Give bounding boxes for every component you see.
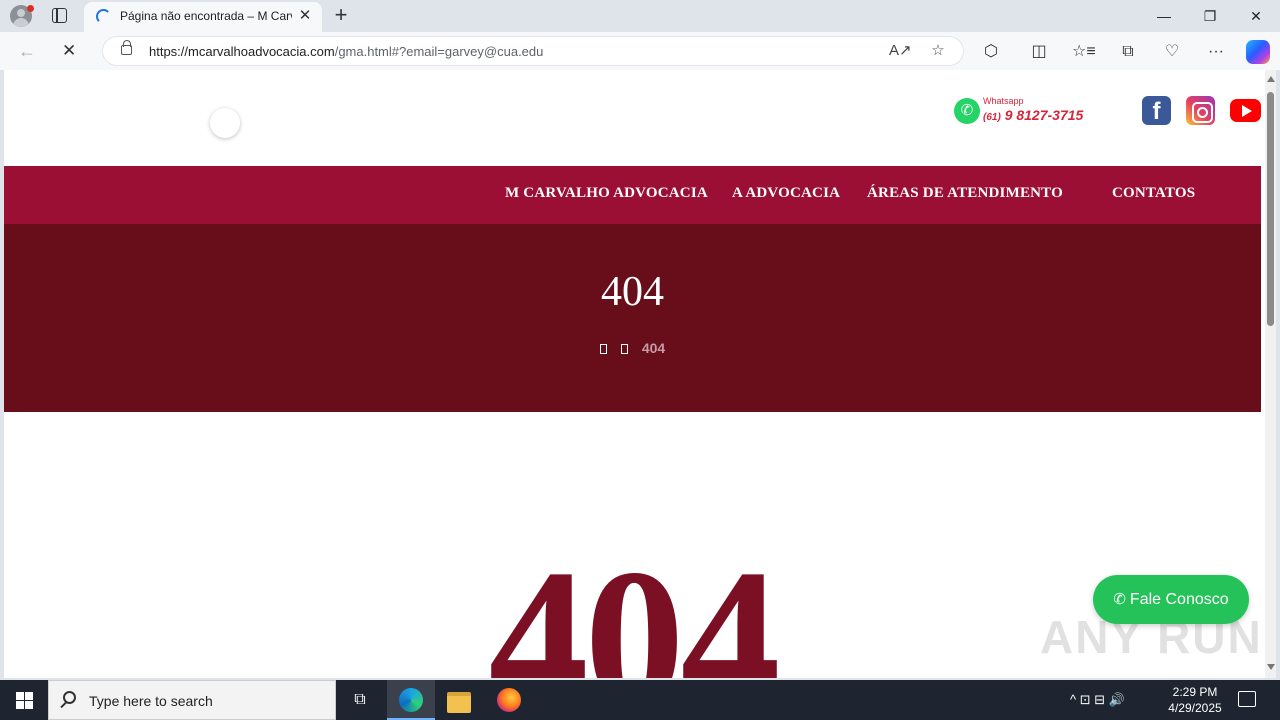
copilot-icon[interactable] xyxy=(1246,40,1270,64)
phone-area-code: (61) xyxy=(983,112,1001,123)
breadcrumb-separator-icon xyxy=(620,344,628,354)
page-title: 404 xyxy=(601,269,664,315)
split-screen-icon[interactable]: ◫ xyxy=(1028,41,1050,63)
clock-date: 4/29/2025 xyxy=(1168,701,1222,715)
task-view-icon[interactable]: ⧉ xyxy=(336,680,384,720)
loading-spinner-icon xyxy=(96,9,111,24)
browser-tab-strip: Página não encontrada – M Carvalho Advoc… xyxy=(0,0,1280,32)
breadcrumb-current: 404 xyxy=(641,340,666,356)
url-text[interactable]: https://mcarvalhoadvocacia.com/gma.html#… xyxy=(149,44,543,59)
extensions-icon[interactable]: ⬡ xyxy=(980,41,1002,63)
breadcrumb: 404 xyxy=(4,340,1261,356)
whatsapp-icon[interactable] xyxy=(954,98,980,124)
tab-close-icon[interactable]: ✕ xyxy=(296,7,314,25)
page-loader-icon xyxy=(210,108,240,138)
read-aloud-icon[interactable]: A↗ xyxy=(889,42,912,60)
favorites-icon[interactable]: ☆≡ xyxy=(1072,41,1096,63)
facebook-icon[interactable]: f xyxy=(1142,96,1171,125)
whatsapp-phone[interactable]: (61) 9 8127-3715 xyxy=(983,107,1083,123)
tab-actions-icon[interactable] xyxy=(52,8,67,23)
active-tab[interactable]: Página não encontrada – M Carvalho Advoc… xyxy=(84,2,322,32)
new-tab-icon[interactable]: + xyxy=(330,4,352,26)
notifications-icon[interactable] xyxy=(1238,691,1256,707)
window-close-button[interactable]: ✕ xyxy=(1233,0,1279,32)
nav-areas-de-atendimento[interactable]: ÁREAS DE ATENDIMENTO xyxy=(867,185,1063,202)
tab-title: Página não encontrada – M Carvalho Advoc… xyxy=(120,9,292,23)
back-arrow-icon[interactable]: ← xyxy=(18,41,38,61)
whatsapp-chat-icon: ✆ xyxy=(1113,591,1126,608)
page-viewport: Whatsapp (61) 9 8127-3715 f M CARVALHO A… xyxy=(4,70,1276,678)
stop-loading-icon[interactable]: ✕ xyxy=(62,41,82,61)
window-minimize-button[interactable]: — xyxy=(1141,0,1187,32)
fale-conosco-label: Fale Conosco xyxy=(1129,591,1229,608)
whatsapp-label: Whatsapp xyxy=(983,96,1024,106)
taskbar-search-input[interactable]: Type here to search xyxy=(48,680,336,720)
url-host: https://mcarvalhoadvocacia.com xyxy=(149,44,335,59)
nav-contatos[interactable]: CONTATOS xyxy=(1112,185,1195,202)
fale-conosco-button[interactable]: ✆ Fale Conosco xyxy=(1093,575,1249,624)
search-icon xyxy=(63,691,76,704)
more-menu-icon[interactable]: ··· xyxy=(1205,41,1227,63)
taskbar-clock[interactable]: 2:29 PM 4/29/2025 xyxy=(1160,684,1230,716)
firefox-icon[interactable] xyxy=(485,680,533,720)
nav-m-carvalho-advocacia[interactable]: M CARVALHO ADVOCACIA xyxy=(505,185,708,202)
scroll-down-icon[interactable] xyxy=(1267,664,1275,670)
scroll-up-icon[interactable] xyxy=(1267,76,1275,82)
site-header: Whatsapp (61) 9 8127-3715 f xyxy=(4,70,1261,166)
page-hero: 404 404 xyxy=(4,224,1261,412)
clock-time: 2:29 PM xyxy=(1172,685,1218,699)
home-icon[interactable] xyxy=(599,344,607,354)
page-scrollbar[interactable] xyxy=(1265,70,1276,678)
search-placeholder: Type here to search xyxy=(89,693,213,709)
windows-start-icon[interactable] xyxy=(0,680,48,720)
phone-number: 9 8127-3715 xyxy=(1004,107,1084,123)
scroll-thumb[interactable] xyxy=(1267,92,1274,326)
windows-taskbar: Type here to search ⧉ ^ ⊡ ⊟ 🔊 2:29 PM 4/… xyxy=(0,680,1280,720)
browser-essentials-icon[interactable]: ♡ xyxy=(1161,41,1183,63)
system-tray-icons[interactable]: ^ ⊡ ⊟ 🔊 xyxy=(1070,692,1125,708)
lock-icon[interactable] xyxy=(121,40,132,55)
file-explorer-icon[interactable] xyxy=(435,680,483,720)
main-navigation: M CARVALHO ADVOCACIA A ADVOCACIA ÁREAS D… xyxy=(4,166,1261,224)
profile-notification-dot xyxy=(27,5,34,12)
url-path: /gma.html#?email=garvey@cua.edu xyxy=(334,44,544,59)
collections-icon[interactable]: ⧉ xyxy=(1117,41,1139,63)
favorite-star-icon[interactable]: ☆ xyxy=(929,42,947,60)
address-bar[interactable]: https://mcarvalhoadvocacia.com/gma.html#… xyxy=(102,36,964,66)
window-maximize-button[interactable]: ❐ xyxy=(1187,0,1233,32)
instagram-icon[interactable] xyxy=(1186,96,1215,125)
nav-a-advocacia[interactable]: A ADVOCACIA xyxy=(732,185,840,202)
edge-browser-icon[interactable] xyxy=(387,680,435,720)
youtube-icon[interactable] xyxy=(1230,99,1261,122)
